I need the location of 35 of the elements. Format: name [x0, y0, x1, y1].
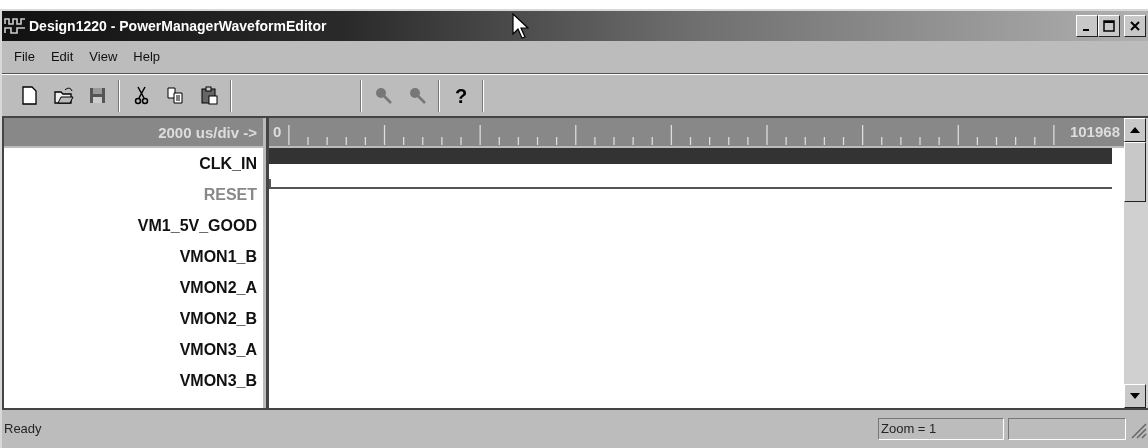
copy-pages-icon: [164, 85, 186, 106]
mouse-pointer-icon: [512, 13, 529, 39]
signal-name[interactable]: VMON2_A: [4, 272, 263, 303]
menu-item[interactable]: Edit: [42, 47, 82, 67]
down-arrow-icon: [1130, 393, 1140, 399]
scroll-thumb[interactable]: [1124, 142, 1146, 202]
ruler-end-label: 101968: [1068, 121, 1121, 142]
clipboard-icon: [198, 85, 220, 106]
up-arrow-icon: [1130, 127, 1140, 133]
menu-item[interactable]: View: [81, 47, 126, 67]
status-message: Ready: [4, 420, 43, 439]
scroll-up-button[interactable]: [1124, 118, 1146, 142]
folder-icon: [52, 85, 74, 106]
vertical-scrollbar[interactable]: [1124, 118, 1148, 408]
signal-name[interactable]: VMON1_B: [4, 241, 263, 272]
close-icon: [1129, 20, 1141, 32]
time-scale-label: 2000 us/div ->: [4, 118, 263, 148]
window-title: Design1220 - PowerManagerWaveformEditor: [29, 16, 327, 36]
signal-name[interactable]: VMON2_B: [4, 303, 263, 334]
signal-name[interactable]: VMON3_A: [4, 334, 263, 365]
ruler-start-label: 0: [272, 121, 283, 142]
menu-item[interactable]: File: [6, 47, 43, 67]
close-button[interactable]: [1124, 15, 1146, 37]
zoom-status-panel: Zoom = 1: [878, 418, 1004, 440]
maximize-button[interactable]: [1098, 15, 1120, 37]
minimize-button[interactable]: [1076, 15, 1098, 37]
maximize-icon: [1103, 20, 1115, 32]
menu-item[interactable]: Help: [125, 47, 169, 67]
signal-name[interactable]: CLK_IN: [4, 148, 263, 179]
minimize-icon: [1082, 29, 1089, 31]
help-button[interactable]: ?: [444, 78, 478, 113]
waveform-app-icon: [4, 16, 26, 36]
signal-name[interactable]: VMON3_B: [4, 365, 263, 396]
signal-name[interactable]: VM1_5V_GOOD: [4, 210, 263, 241]
scroll-down-button[interactable]: [1124, 384, 1146, 408]
